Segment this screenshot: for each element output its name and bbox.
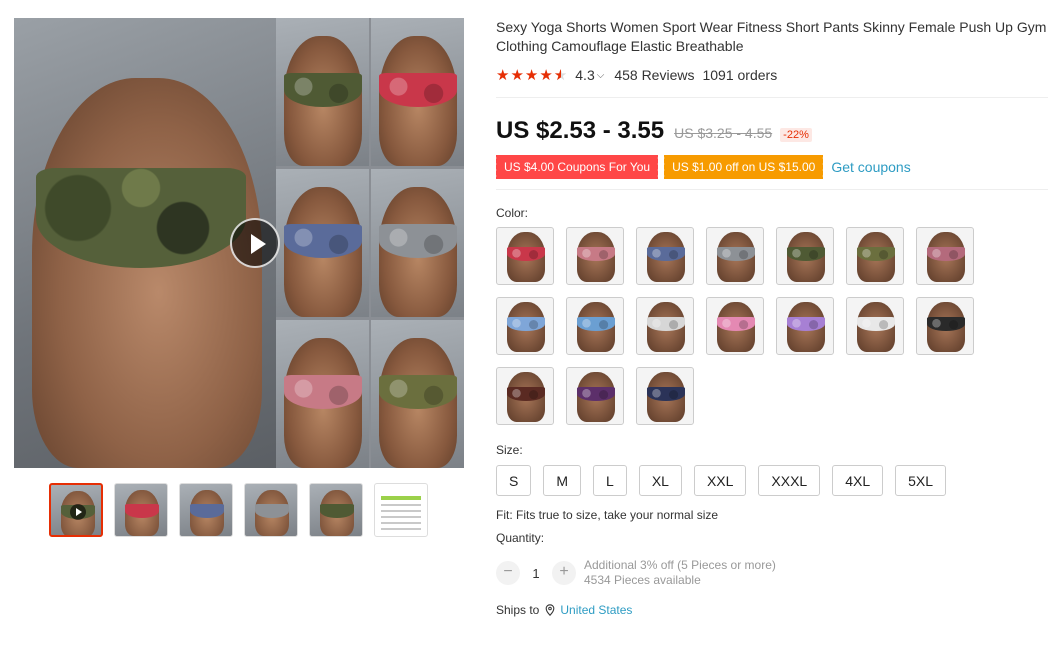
main-product-image[interactable]: [14, 18, 464, 468]
thumbnail-video[interactable]: [49, 483, 103, 537]
quantity-label: Quantity:: [496, 531, 545, 545]
increase-quantity-button[interactable]: +: [552, 561, 576, 585]
color-swatches: [496, 227, 986, 425]
play-video-icon[interactable]: [230, 218, 280, 268]
original-price: US $3.25 - 4.55: [674, 125, 773, 141]
star-icon: ★: [496, 67, 510, 84]
gallery-grid-photo: [276, 169, 369, 317]
gallery-grid-photo: [371, 320, 464, 468]
size-option[interactable]: XXL: [693, 465, 747, 496]
thumbnail-1[interactable]: [114, 483, 168, 537]
stock-available: 4534 Pieces available: [584, 573, 701, 587]
rating-stars[interactable]: ★ ★ ★ ★ ★ ★: [496, 66, 567, 84]
color-swatch[interactable]: [706, 227, 764, 285]
star-icon: ★: [524, 67, 539, 84]
reviews-count[interactable]: 458 Reviews: [614, 67, 694, 83]
gallery-grid-photo: [371, 169, 464, 317]
ships-to-label: Ships to: [496, 603, 540, 617]
color-swatch[interactable]: [566, 227, 624, 285]
gallery-grid-photo: [276, 18, 369, 166]
price-row: US $2.53 - 3.55 US $3.25 - 4.55 -22%: [496, 117, 1048, 145]
color-swatch[interactable]: [846, 227, 904, 285]
quantity-note: Additional 3% off (5 Pieces or more) 453…: [584, 558, 776, 588]
size-option[interactable]: XXXL: [758, 465, 821, 496]
color-swatch[interactable]: [706, 297, 764, 355]
thumbnail-size-chart[interactable]: [374, 483, 428, 537]
thumbnail-strip: [49, 483, 428, 537]
color-swatch[interactable]: [496, 367, 554, 425]
color-swatch[interactable]: [916, 227, 974, 285]
divider: [496, 97, 1048, 98]
gallery-grid-photo: [371, 18, 464, 166]
color-swatch[interactable]: [636, 297, 694, 355]
half-star-icon: ★ ★: [553, 67, 568, 84]
thumbnail-2[interactable]: [179, 483, 233, 537]
quantity-input[interactable]: 1: [520, 566, 552, 581]
quantity-stepper: − 1 + Additional 3% off (5 Pieces or mor…: [496, 558, 1048, 588]
divider: [496, 189, 1048, 190]
star-icon: ★: [510, 67, 524, 84]
color-swatch[interactable]: [566, 297, 624, 355]
size-label: Size:: [496, 443, 523, 457]
current-price: US $2.53 - 3.55: [496, 117, 665, 144]
discount-coupon-badge[interactable]: US $1.00 off on US $15.00: [662, 155, 824, 179]
color-swatch[interactable]: [916, 297, 974, 355]
color-swatch[interactable]: [566, 367, 624, 425]
orders-count: 1091 orders: [702, 67, 778, 83]
size-option[interactable]: 4XL: [832, 465, 884, 496]
rating-value: 4.3: [575, 67, 595, 83]
play-icon: [70, 504, 86, 520]
discount-badge: -22%: [780, 128, 812, 142]
size-option[interactable]: S: [496, 465, 532, 496]
color-swatch[interactable]: [636, 227, 694, 285]
color-swatch[interactable]: [496, 227, 554, 285]
store-coupon-badge[interactable]: US $4.00 Coupons For You: [493, 155, 659, 179]
chevron-down-icon[interactable]: ⌵: [597, 70, 605, 81]
decrease-quantity-button[interactable]: −: [496, 561, 520, 585]
coupon-row: US $4.00 Coupons For You US $1.00 off on…: [493, 155, 1048, 179]
location-pin-icon: [546, 604, 555, 616]
gallery-grid-photo: [276, 320, 369, 468]
color-swatch[interactable]: [776, 297, 834, 355]
rating-row: ★ ★ ★ ★ ★ ★ 4.3 ⌵ 458 Reviews 1091 orders: [496, 65, 1048, 85]
color-swatch[interactable]: [496, 297, 554, 355]
color-swatch[interactable]: [776, 227, 834, 285]
color-swatch[interactable]: [636, 367, 694, 425]
size-option[interactable]: 5XL: [895, 465, 947, 496]
size-option[interactable]: L: [593, 465, 627, 496]
ships-to-row: Ships to United States: [496, 603, 1048, 617]
thumbnail-4[interactable]: [309, 483, 363, 537]
size-option[interactable]: XL: [638, 465, 682, 496]
get-coupons-link[interactable]: Get coupons: [831, 159, 910, 175]
ship-country-link[interactable]: United States: [560, 603, 632, 617]
bulk-discount-note: Additional 3% off (5 Pieces or more): [584, 558, 776, 572]
size-options: S M L XL XXL XXXL 4XL 5XL: [496, 465, 1048, 496]
product-info: Sexy Yoga Shorts Women Sport Wear Fitnes…: [493, 18, 1048, 617]
thumbnail-3[interactable]: [244, 483, 298, 537]
product-title: Sexy Yoga Shorts Women Sport Wear Fitnes…: [496, 19, 1047, 54]
size-option[interactable]: M: [543, 465, 582, 496]
star-icon: ★: [539, 67, 553, 84]
fit-note: Fit: Fits true to size, take your normal…: [496, 508, 719, 522]
color-swatch[interactable]: [846, 297, 904, 355]
color-label: Color:: [496, 206, 529, 220]
